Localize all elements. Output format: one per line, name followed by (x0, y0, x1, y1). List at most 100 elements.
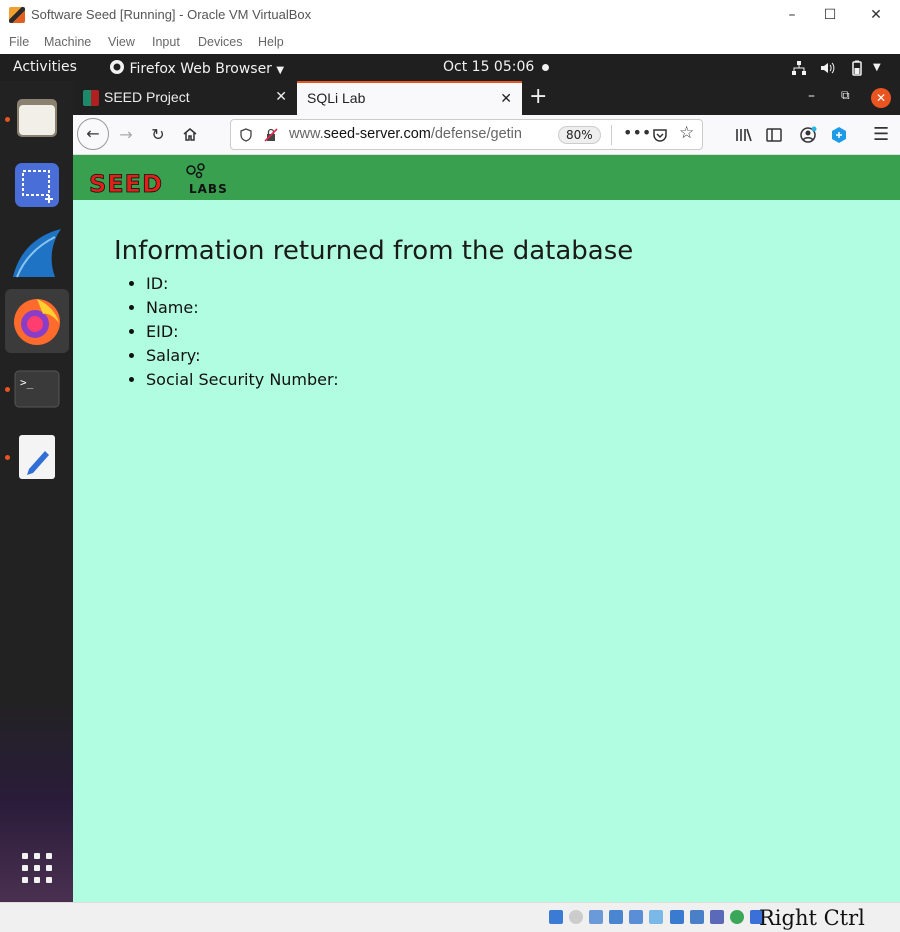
back-icon[interactable]: ← (77, 118, 109, 150)
dock-screenshot[interactable] (5, 153, 69, 217)
notification-dot-icon (542, 64, 549, 71)
library-icon[interactable] (735, 127, 753, 143)
dock-wireshark[interactable] (5, 221, 69, 285)
close-window-icon[interactable]: ✕ (861, 4, 891, 26)
shared-folders-icon[interactable] (649, 910, 664, 924)
clock[interactable]: Oct 15 05:06 (443, 59, 534, 75)
network-icon[interactable] (791, 60, 807, 76)
vbox-window-title: Software Seed [Running] - Oracle VM Virt… (31, 7, 312, 22)
url-domain: seed-server.com (323, 126, 431, 142)
app-menu[interactable]: Firefox Web Browser ▼ (109, 59, 284, 77)
volume-icon[interactable] (819, 60, 835, 76)
recording-icon[interactable] (689, 910, 704, 924)
virtualization-icon[interactable] (709, 910, 724, 924)
reload-icon[interactable]: ↻ (143, 120, 173, 150)
logo-seed-text: SEED (89, 170, 163, 195)
svg-text:>_: >_ (20, 376, 34, 389)
seed-favicon-icon (83, 90, 99, 106)
browser-tab-strip: SEED Project ✕ SQLi Lab ✕ + – ⧉ ✕ (73, 81, 900, 115)
home-icon[interactable] (175, 120, 205, 150)
url-bar[interactable]: www.seed-server.com/defense/getin 80% ••… (230, 119, 703, 150)
activities-button[interactable]: Activities (13, 59, 77, 75)
hamburger-menu-icon[interactable]: ☰ (873, 124, 889, 145)
vbox-status-bar: Right Ctrl (0, 902, 900, 932)
tracking-shield-icon[interactable] (239, 128, 253, 142)
tab-label: SEED Project (104, 89, 190, 105)
seed-labs-logo[interactable]: SEED LABS (89, 163, 249, 195)
tab-close-icon[interactable]: ✕ (500, 90, 512, 107)
menu-input[interactable]: Input (152, 35, 180, 49)
browser-nav-bar: ← → ↻ www.seed-server.com/defense/getin … (73, 115, 900, 155)
dock-firefox[interactable] (5, 289, 69, 353)
minimize-icon[interactable]: – (777, 4, 807, 26)
url-text[interactable]: www.seed-server.com/defense/getin (289, 126, 551, 142)
firefox-icon (14, 299, 60, 345)
gnome-top-bar: Activities Firefox Web Browser ▼ Oct 15 … (0, 54, 900, 81)
window-close-icon[interactable]: ✕ (871, 88, 891, 108)
guest-additions-icon[interactable] (729, 910, 744, 924)
screenshot-icon (15, 163, 59, 207)
menu-file[interactable]: File (9, 35, 29, 49)
dock-text-editor[interactable] (5, 425, 69, 489)
url-prefix: www. (289, 126, 324, 142)
page-actions-icon[interactable]: ••• (623, 123, 651, 142)
tab-sqli-lab[interactable]: SQLi Lab ✕ (297, 81, 522, 115)
new-tab-icon[interactable]: + (529, 84, 547, 109)
app-grid-icon (22, 853, 52, 883)
host-key-label: Right Ctrl (759, 906, 865, 930)
battery-icon[interactable] (849, 60, 865, 76)
field-eid: EID: (146, 323, 339, 347)
menu-machine[interactable]: Machine (44, 35, 91, 49)
field-salary: Salary: (146, 347, 339, 371)
tab-close-icon[interactable]: ✕ (275, 88, 287, 105)
status-icons (549, 910, 765, 926)
hard-disk-icon[interactable] (549, 910, 563, 924)
audio-icon[interactable] (589, 910, 604, 924)
dock-show-apps[interactable] (5, 836, 69, 900)
logo-labs-text: LABS (189, 182, 228, 195)
dock-files[interactable] (5, 85, 69, 149)
tab-seed-project[interactable]: SEED Project ✕ (73, 81, 297, 115)
terminal-icon: >_ (14, 370, 60, 408)
vbox-menu-bar: File Machine View Input Devices Help (0, 31, 900, 54)
firefox-small-icon (110, 60, 124, 74)
account-icon[interactable] (799, 126, 817, 144)
seed-header-bar: SEED LABS (73, 155, 900, 200)
pocket-icon[interactable] (652, 127, 668, 143)
field-ssn: Social Security Number: (146, 371, 339, 395)
window-minimize-icon[interactable]: – (808, 88, 815, 104)
dock: >_ (0, 81, 73, 902)
usb-icon[interactable] (629, 910, 644, 924)
display-icon[interactable] (669, 910, 684, 924)
virtualbox-app-icon (9, 7, 25, 23)
wireshark-icon (13, 229, 61, 278)
bookmark-star-icon[interactable]: ☆ (679, 123, 694, 143)
menu-devices[interactable]: Devices (198, 35, 242, 49)
url-separator (611, 125, 612, 145)
zoom-level-button[interactable]: 80% (558, 126, 601, 144)
text-editor-icon (19, 435, 55, 479)
sidebar-icon[interactable] (766, 127, 782, 143)
optical-drive-icon[interactable] (569, 910, 584, 924)
maximize-icon[interactable]: ☐ (815, 4, 845, 26)
system-menu-caret-icon[interactable]: ▼ (873, 62, 881, 73)
window-restore-icon[interactable]: ⧉ (841, 88, 850, 103)
vbox-title-bar: Software Seed [Running] - Oracle VM Virt… (0, 0, 900, 31)
menu-view[interactable]: View (108, 35, 135, 49)
url-path: /defense/getin (430, 126, 522, 142)
menu-help[interactable]: Help (258, 35, 284, 49)
insecure-lock-icon[interactable] (264, 128, 278, 142)
dock-terminal[interactable]: >_ (5, 357, 69, 421)
network-adapter-icon[interactable] (609, 910, 624, 924)
info-list: ID: Name: EID: Salary: Social Security N… (146, 275, 339, 395)
field-name: Name: (146, 299, 339, 323)
page-title: Information returned from the database (114, 236, 634, 266)
forward-icon[interactable]: → (111, 120, 141, 150)
app-menu-label: Firefox Web Browser (129, 61, 272, 77)
caret-down-icon: ▼ (276, 65, 285, 76)
web-page: SEED LABS Information returned from the … (73, 155, 900, 902)
field-id: ID: (146, 275, 339, 299)
tab-label: SQLi Lab (307, 90, 366, 106)
files-icon (17, 99, 57, 137)
extension-icon[interactable] (830, 126, 848, 144)
